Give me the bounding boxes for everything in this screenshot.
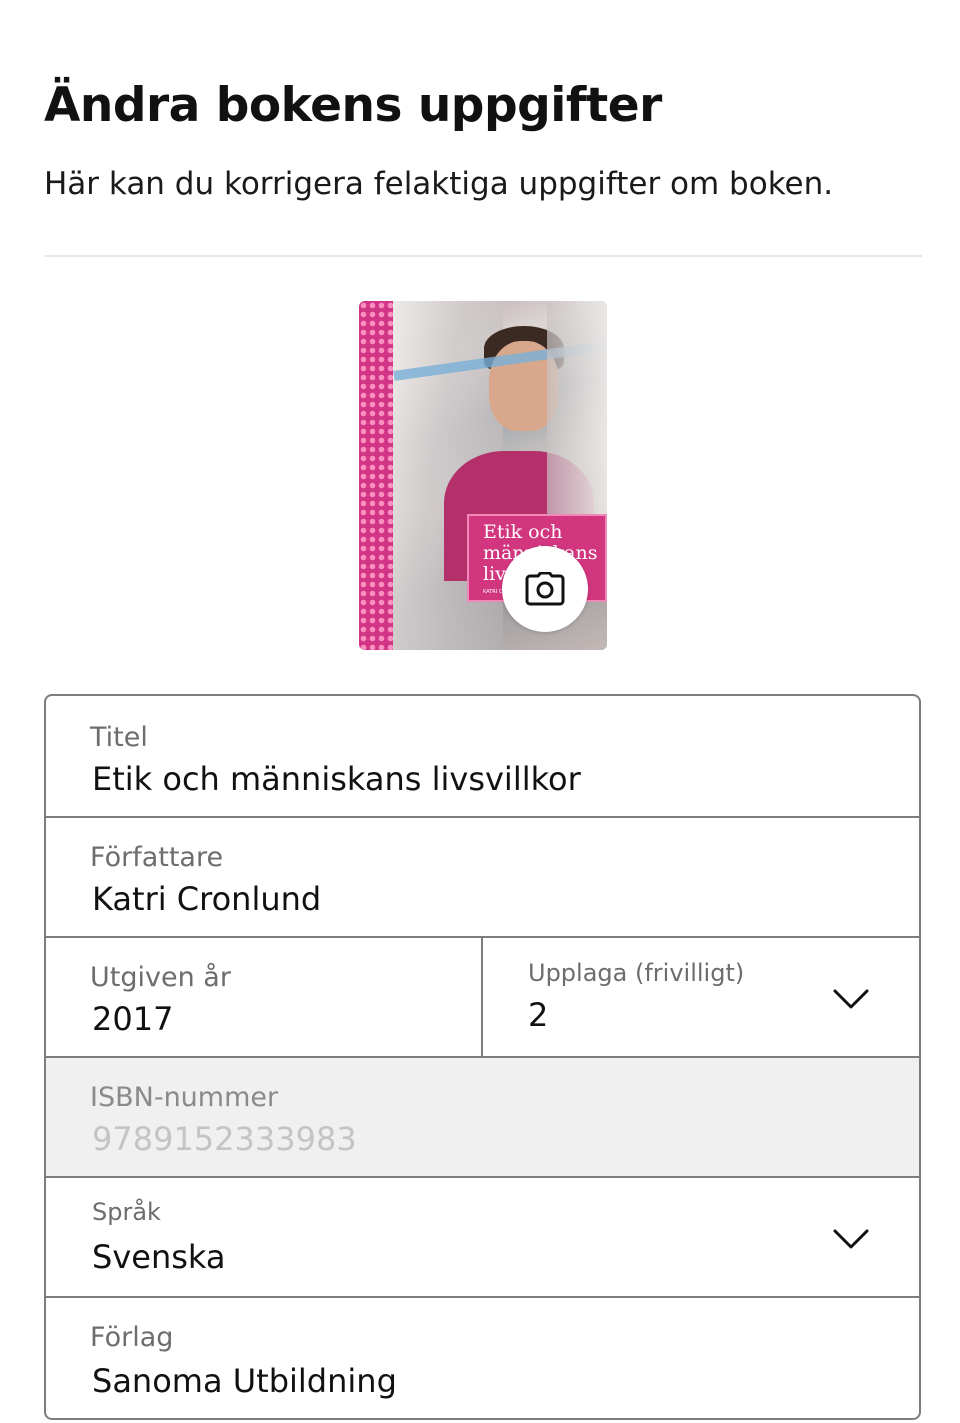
year-edition-row: Utgiven år 2017 Upplaga (frivilligt) 2 — [46, 936, 919, 1056]
language-value: Svenska — [92, 1238, 226, 1276]
language-select[interactable]: Språk Svenska — [46, 1176, 919, 1296]
author-field[interactable]: Författare Katri Cronlund — [46, 816, 919, 936]
chevron-down-icon — [833, 1229, 869, 1249]
edition-label: Upplaga (frivilligt) — [528, 959, 745, 987]
year-label: Utgiven år — [90, 962, 231, 993]
chevron-down-icon — [833, 989, 869, 1009]
page-title: Ändra bokens uppgifter — [44, 78, 662, 133]
author-label: Författare — [90, 842, 224, 873]
header-divider — [44, 255, 922, 257]
book-details-form: Titel Etik och människans livsvillkor Fö… — [44, 694, 921, 1420]
title-label: Titel — [90, 722, 148, 753]
change-cover-photo-button[interactable] — [502, 546, 588, 632]
publisher-input[interactable]: Sanoma Utbildning — [92, 1362, 397, 1400]
edition-value: 2 — [528, 996, 549, 1034]
camera-icon — [525, 572, 565, 606]
publisher-label: Förlag — [90, 1322, 174, 1353]
page-subtitle: Här kan du korrigera felaktiga uppgifter… — [44, 166, 834, 202]
cover-spine — [359, 301, 393, 650]
language-label: Språk — [92, 1198, 161, 1226]
isbn-field: ISBN-nummer 9789152333983 — [46, 1056, 919, 1176]
publisher-field[interactable]: Förlag Sanoma Utbildning — [46, 1296, 919, 1416]
isbn-input: 9789152333983 — [92, 1120, 357, 1158]
year-field[interactable]: Utgiven år 2017 — [46, 938, 483, 1056]
year-input[interactable]: 2017 — [92, 1000, 173, 1038]
author-input[interactable]: Katri Cronlund — [92, 880, 321, 918]
title-field[interactable]: Titel Etik och människans livsvillkor — [46, 696, 919, 816]
isbn-label: ISBN-nummer — [90, 1082, 279, 1113]
edition-select[interactable]: Upplaga (frivilligt) 2 — [483, 938, 919, 1056]
title-input[interactable]: Etik och människans livsvillkor — [92, 760, 581, 798]
